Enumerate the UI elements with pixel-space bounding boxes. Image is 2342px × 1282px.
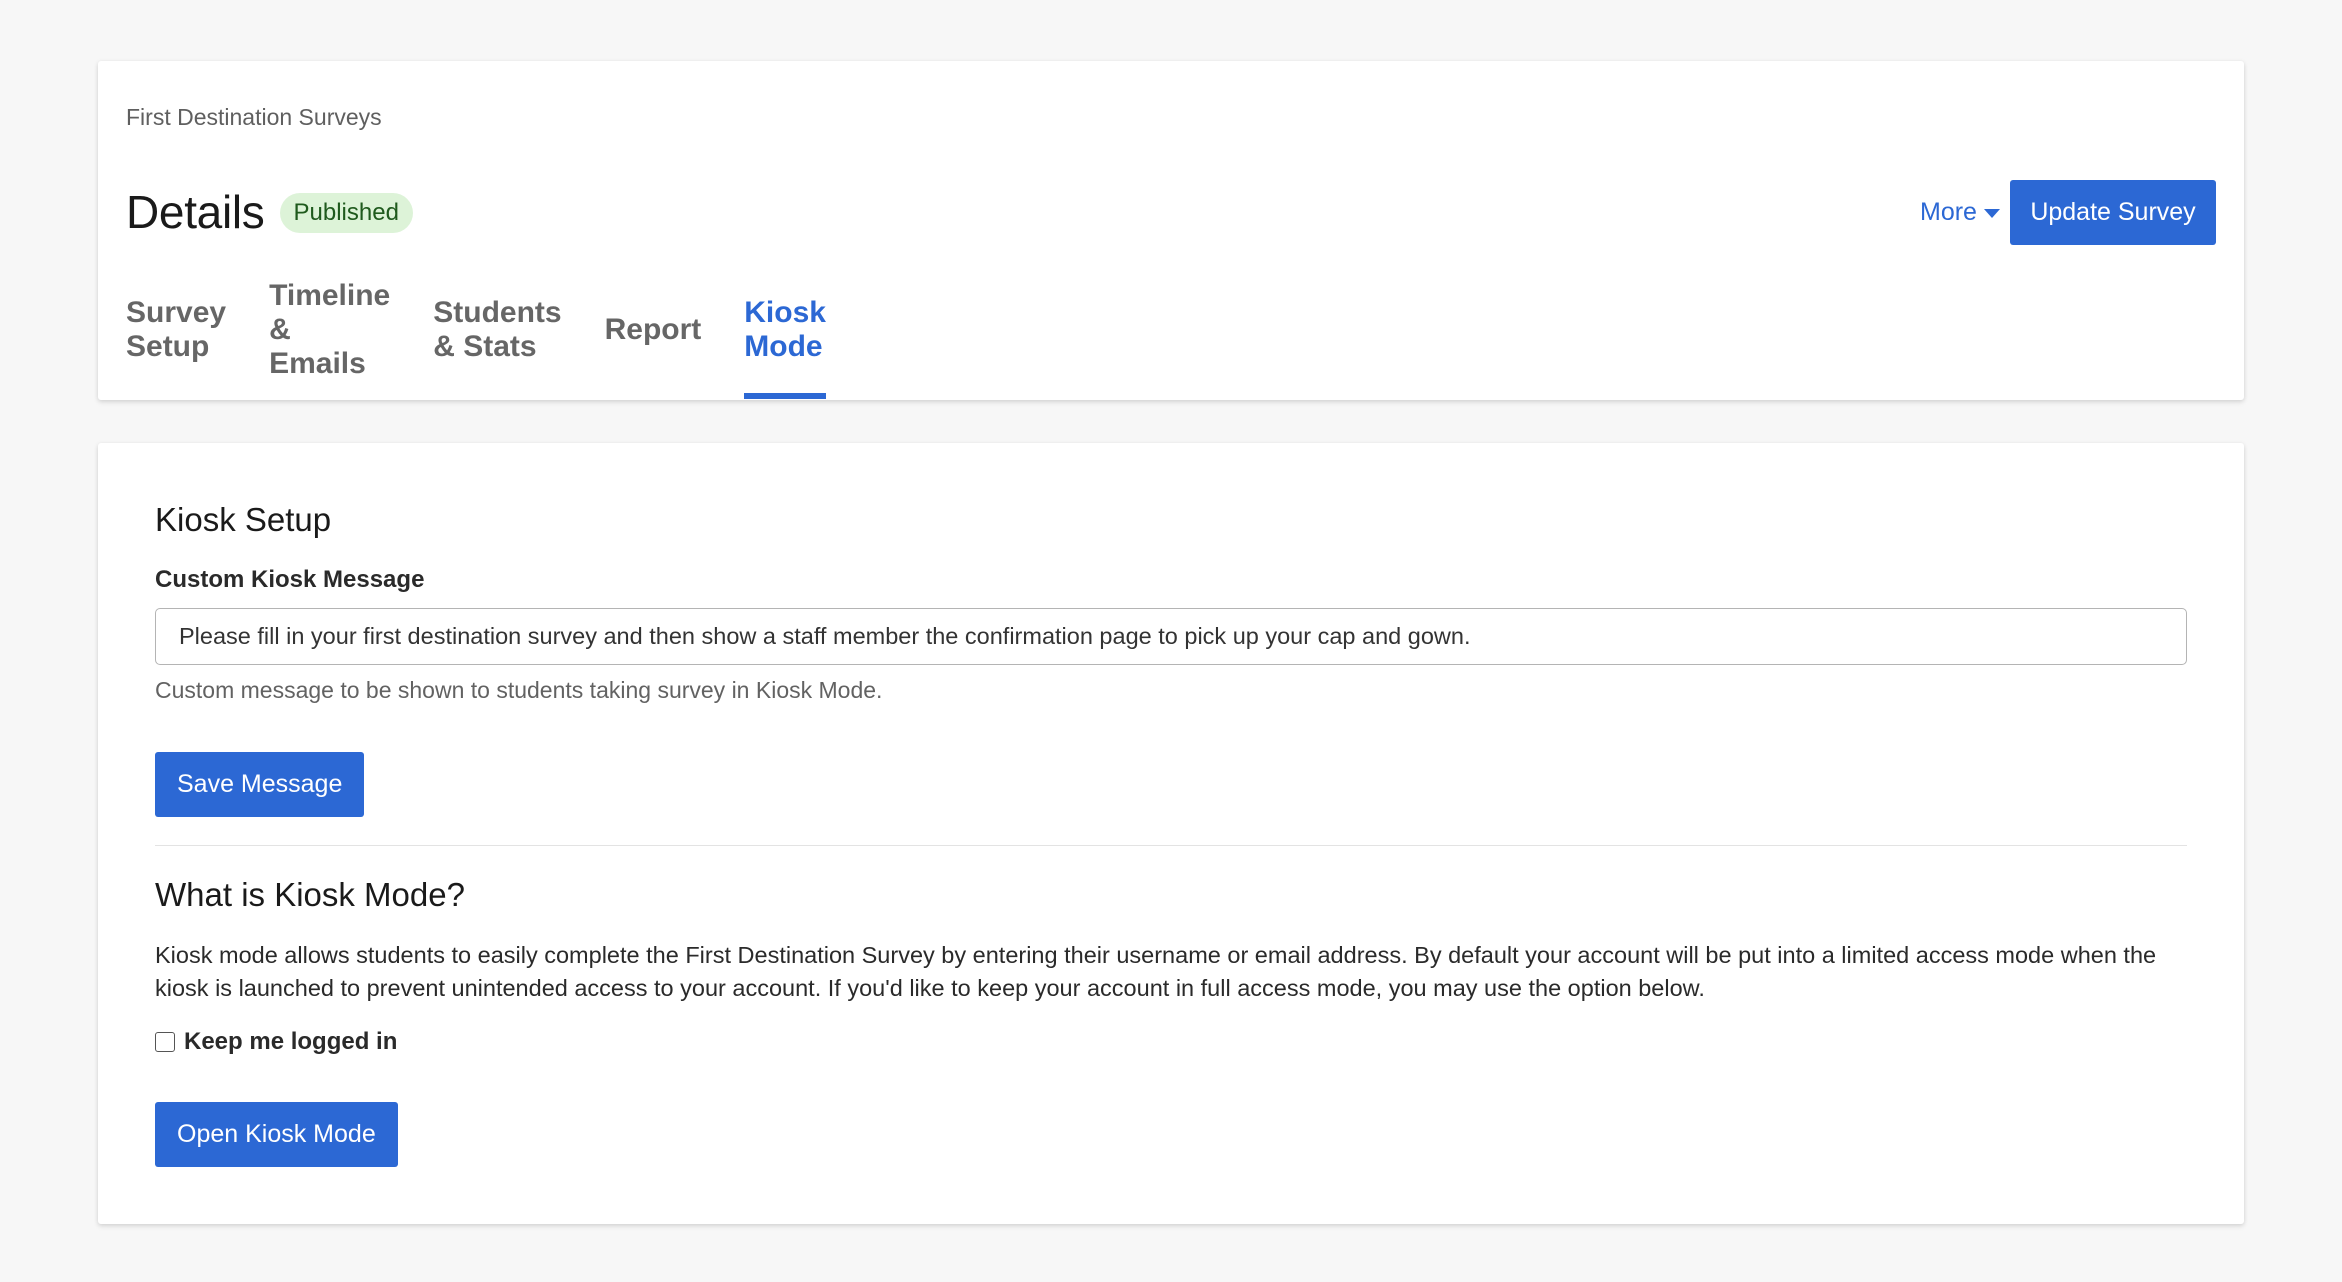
what-is-kiosk-heading: What is Kiosk Mode?: [155, 876, 465, 913]
kiosk-setup-heading: Kiosk Setup: [155, 501, 332, 538]
custom-message-input[interactable]: [155, 608, 2187, 665]
title-row: Details Published: [126, 183, 413, 241]
status-badge: Published: [279, 193, 413, 233]
custom-message-help-text: Custom message to be shown to students t…: [155, 677, 883, 703]
section-divider: [155, 845, 2187, 846]
more-dropdown-button[interactable]: More: [1920, 180, 2000, 244]
tab-students-stats[interactable]: Students & Stats: [433, 287, 561, 374]
more-label: More: [1920, 197, 1977, 226]
keep-logged-in-label[interactable]: Keep me logged in: [184, 1028, 397, 1056]
page-title: Details: [126, 186, 265, 238]
open-kiosk-mode-button[interactable]: Open Kiosk Mode: [155, 1102, 398, 1167]
breadcrumb[interactable]: First Destination Surveys: [126, 104, 382, 131]
tab-timeline-emails[interactable]: Timeline & Emails: [269, 279, 390, 380]
kiosk-description: Kiosk mode allows students to easily com…: [155, 942, 2157, 1001]
update-survey-button[interactable]: Update Survey: [2010, 180, 2216, 245]
keep-logged-in-checkbox[interactable]: [155, 1032, 175, 1052]
save-message-button[interactable]: Save Message: [155, 752, 365, 817]
caret-down-icon: [1983, 208, 2000, 218]
tab-report[interactable]: Report: [605, 287, 702, 374]
custom-message-label: Custom Kiosk Message: [155, 566, 425, 593]
kiosk-content-card: Kiosk Setup Custom Kiosk Message Custom …: [98, 443, 2244, 1224]
keep-logged-in-option[interactable]: Keep me logged in: [155, 1026, 397, 1058]
tab-kiosk-mode[interactable]: Kiosk Mode: [744, 287, 826, 399]
tab-survey-setup[interactable]: Survey Setup: [126, 287, 226, 374]
survey-header-card: First Destination Surveys Details Publis…: [98, 61, 2244, 400]
